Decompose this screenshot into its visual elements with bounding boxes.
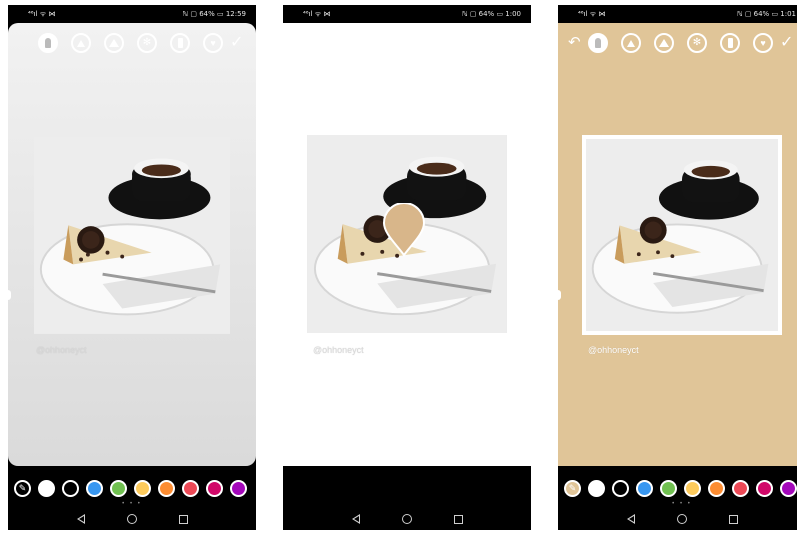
color-swatch[interactable] [134,479,151,497]
story-canvas[interactable]: @ohhoneyct [283,23,531,466]
color-picker-drop-icon[interactable] [383,203,425,257]
photo-illustration [586,139,778,331]
eraser-icon[interactable] [720,33,740,53]
drawing-toolbar: ✻ ♥ ✓ [8,33,256,57]
color-swatch[interactable] [110,479,127,497]
palette-page-dots: • • • [672,501,692,507]
neon-icon[interactable]: ✻ [687,33,707,53]
color-swatch[interactable] [62,479,79,497]
story-canvas[interactable]: ↶ ✻ ♥ ✓ @ohhoneyct [558,23,797,466]
recent-apps-icon[interactable] [178,514,188,524]
color-swatch[interactable] [780,479,797,497]
story-canvas[interactable]: ✻ ♥ ✓ @ohhoneyct [8,23,256,466]
color-swatch[interactable] [708,479,725,497]
home-icon[interactable] [676,514,687,524]
username-watermark: @ohhoneyct [36,345,87,355]
battery-clock: ℕ ▢ 64% ▭ 1:01 [736,10,796,18]
phone-screen-middle: ⁴⁶ıl ᯤ ⋈ ℕ ▢ 64% ▭ 1:00 @ohhoneyct [283,5,531,530]
color-swatch[interactable] [756,479,773,497]
eyedropper-icon[interactable]: ✎ [564,479,581,497]
color-swatch[interactable] [612,479,629,497]
color-swatch[interactable] [230,479,247,497]
size-slider-handle[interactable] [8,290,11,300]
color-swatch[interactable] [732,479,749,497]
status-bar: ⁴⁶ıl ᯤ ⋈ ℕ ▢ 64% ▭ 12:59 [8,5,256,23]
arrow-up-icon[interactable] [621,33,641,53]
recent-apps-icon[interactable] [453,514,463,524]
signal-wifi-indicators: ⁴⁶ıl ᯤ ⋈ [28,9,56,18]
color-swatch[interactable] [158,479,175,497]
heart-icon[interactable]: ♥ [203,33,223,53]
status-bar: ⁴⁶ıl ᯤ ⋈ ℕ ▢ 64% ▭ 1:01 [558,5,797,23]
check-icon[interactable]: ✓ [230,33,243,53]
color-palette: ✎ [14,477,256,499]
heart-icon[interactable]: ♥ [753,33,773,53]
neon-icon[interactable]: ✻ [137,33,157,53]
marker-icon[interactable] [104,33,124,53]
signal-wifi-indicators: ⁴⁶ıl ᯤ ⋈ [578,9,606,18]
battery-clock: ℕ ▢ 64% ▭ 1:00 [461,10,521,18]
color-swatch[interactable] [588,479,605,497]
phone-screen-right: ⁴⁶ıl ᯤ ⋈ ℕ ▢ 64% ▭ 1:01 ↶ ✻ ♥ ✓ @ohhoney… [558,5,797,530]
palette-page-dots: • • • [122,501,142,507]
android-nav-bar [558,508,797,530]
color-swatch[interactable] [86,479,103,497]
check-icon[interactable]: ✓ [780,33,793,53]
color-swatch[interactable] [660,479,677,497]
home-icon[interactable] [126,514,137,524]
android-nav-bar [8,508,256,530]
home-icon[interactable] [401,514,412,524]
username-watermark: @ohhoneyct [313,345,364,355]
phone-screen-left: ⁴⁶ıl ᯤ ⋈ ℕ ▢ 64% ▭ 12:59 ✻ ♥ ✓ @ohhoneyc… [8,5,256,530]
color-swatch[interactable] [206,479,223,497]
battery-clock: ℕ ▢ 64% ▭ 12:59 [182,10,246,18]
back-icon[interactable] [626,514,635,524]
eyedropper-icon[interactable]: ✎ [14,479,31,497]
color-palette: ✎ [564,477,797,499]
arrow-up-icon[interactable] [71,33,91,53]
size-slider-handle[interactable] [558,290,561,300]
color-swatch[interactable] [182,479,199,497]
status-bar: ⁴⁶ıl ᯤ ⋈ ℕ ▢ 64% ▭ 1:00 [283,5,531,23]
undo-icon[interactable]: ↶ [568,33,581,53]
back-icon[interactable] [76,514,85,524]
pen-tip-icon[interactable] [588,33,608,53]
username-watermark: @ohhoneyct [588,345,639,355]
android-nav-bar [283,508,531,530]
marker-icon[interactable] [654,33,674,53]
coffee-cake-photo [582,135,782,335]
back-icon[interactable] [351,514,360,524]
photo-illustration [34,137,230,333]
color-swatch[interactable] [684,479,701,497]
pen-tip-icon[interactable] [38,33,58,53]
coffee-cake-photo [34,136,230,334]
color-swatch[interactable] [38,479,55,497]
signal-wifi-indicators: ⁴⁶ıl ᯤ ⋈ [303,9,331,18]
recent-apps-icon[interactable] [728,514,738,524]
color-swatch[interactable] [636,479,653,497]
eraser-icon[interactable] [170,33,190,53]
drawing-toolbar: ↶ ✻ ♥ ✓ [558,33,797,57]
